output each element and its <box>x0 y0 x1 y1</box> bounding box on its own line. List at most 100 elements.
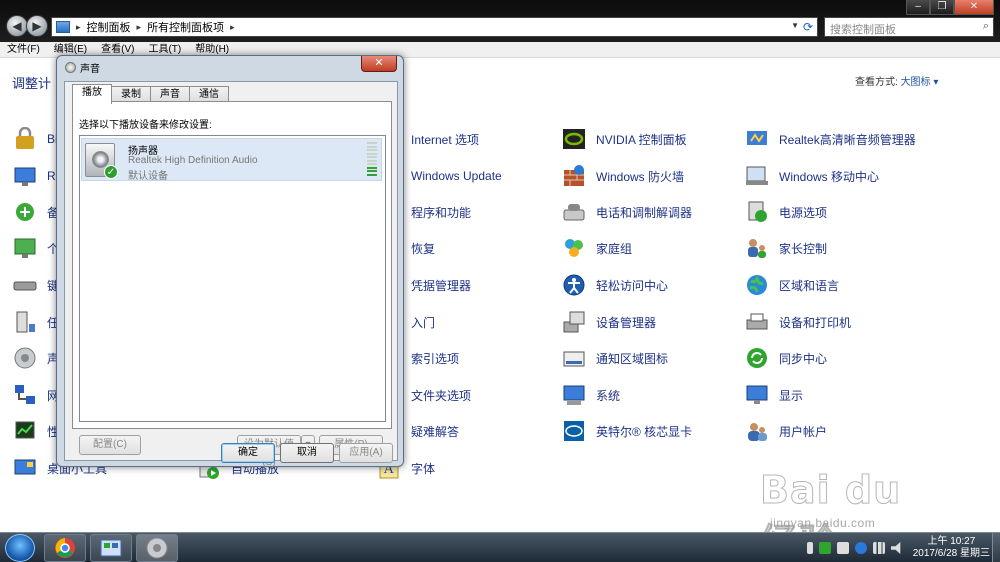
nvidia-icon <box>562 127 586 151</box>
address-bar[interactable]: ▸ 控制面板 ▸ 所有控制面板项 ▸ ▼ ⟳ <box>51 17 818 37</box>
cp-item-nvidia[interactable]: NVIDIA 控制面板 <box>562 127 687 151</box>
cp-item-troubleshooting[interactable]: 疑难解答 <box>411 419 459 443</box>
cp-item-network[interactable]: 网 <box>13 383 59 407</box>
cp-item-system[interactable]: 系统 <box>562 383 620 407</box>
default-device-check-icon: ✓ <box>104 165 118 179</box>
firewall-icon <box>562 164 586 188</box>
meter-segment <box>367 149 377 152</box>
sound-taskbar-button[interactable] <box>136 534 178 562</box>
chevron-down-icon[interactable]: ▼ <box>791 21 799 30</box>
app-tray-icon[interactable] <box>854 542 867 554</box>
cp-item-parental-controls[interactable]: 家长控制 <box>745 236 827 260</box>
cp-item-firewall[interactable]: Windows 防火墙 <box>562 164 684 188</box>
cp-item-devices-printers[interactable]: 设备和打印机 <box>745 310 851 334</box>
flag-icon[interactable] <box>836 542 849 554</box>
meter-segment <box>367 142 377 144</box>
device-manager-icon <box>562 310 586 334</box>
cp-item-performance[interactable]: 性 <box>13 419 59 443</box>
close-button[interactable]: ✕ <box>954 0 994 15</box>
device-list[interactable]: ✓ 扬声器 Realtek High Definition Audio 默认设备 <box>79 135 386 422</box>
cp-item-user-accounts[interactable]: 用户帐户 <box>745 419 827 443</box>
devices-printers-icon <box>745 310 769 334</box>
cp-item-homegroup[interactable]: 家庭组 <box>562 236 632 260</box>
window-titlebar: ◀ ▶ ▸ 控制面板 ▸ 所有控制面板项 ▸ ▼ ⟳ 搜索控制面板 ⌕ – ❐ … <box>0 0 1000 42</box>
bitlocker-icon <box>13 126 37 151</box>
cp-item-remoteapp[interactable]: Re <box>13 164 62 188</box>
volume-icon[interactable] <box>890 542 901 554</box>
breadcrumb-control-panel[interactable]: 控制面板 <box>87 19 131 35</box>
ok-button[interactable]: 确定 <box>221 443 275 463</box>
control-panel-icon <box>100 539 122 557</box>
network-signal-icon[interactable] <box>872 542 885 554</box>
search-icon: ⌕ <box>982 20 989 32</box>
region-language-icon <box>745 273 769 297</box>
configure-button[interactable]: 配置(C) <box>79 435 141 455</box>
meter-segment <box>367 159 377 162</box>
breadcrumb-all-items[interactable]: 所有控制面板项 <box>147 19 224 35</box>
tab-playback[interactable]: 播放 <box>72 84 112 104</box>
dialog-title: 声音 <box>80 63 100 75</box>
view-by-dropdown[interactable]: 大图标 ▾ <box>901 77 939 88</box>
parental-controls-icon <box>745 236 769 260</box>
control-panel-taskbar-button[interactable] <box>90 534 132 562</box>
cp-item-realtek[interactable]: Realtek高清晰音频管理器 <box>745 127 916 151</box>
cp-item-indexing-options[interactable]: 索引选项 <box>411 346 459 370</box>
instruction-text: 选择以下播放设备来修改设置: <box>79 120 212 131</box>
cp-item-mobility-center[interactable]: Windows 移动中心 <box>745 164 879 188</box>
cp-item-keyboard[interactable]: 键 <box>13 273 59 297</box>
menu-file[interactable]: 文件(F) <box>0 42 47 57</box>
cp-item-taskbar[interactable]: 任 <box>13 310 59 334</box>
notification-icons-icon <box>562 346 586 370</box>
cp-item-phone-modem[interactable]: 电话和调制解调器 <box>562 200 692 224</box>
performance-icon <box>13 419 37 443</box>
cp-item-device-manager[interactable]: 设备管理器 <box>562 310 656 334</box>
meter-segment <box>367 166 377 169</box>
cp-item-region-language[interactable]: 区域和语言 <box>745 273 839 297</box>
cp-item-bitlocker[interactable]: Bi <box>13 126 58 151</box>
cp-item-getting-started[interactable]: 入门 <box>411 310 435 334</box>
personalization-icon <box>13 236 37 260</box>
cp-item-ease-of-access[interactable]: 轻松访问中心 <box>562 273 668 297</box>
dialog-close-button[interactable]: ✕ <box>361 56 397 72</box>
refresh-icon[interactable]: ⟳ <box>801 19 815 35</box>
cp-item-power-options[interactable]: 电源选项 <box>745 200 827 224</box>
cp-item-recovery[interactable]: 恢复 <box>411 236 435 260</box>
cp-item-sync-center[interactable]: 同步中心 <box>745 346 827 370</box>
meter-segment <box>367 145 377 148</box>
cp-item-backup[interactable]: 备 <box>13 200 59 224</box>
cp-item-notification-icons[interactable]: 通知区域图标 <box>562 346 668 370</box>
cp-item-display[interactable]: 显示 <box>745 383 803 407</box>
cp-item-folder-options[interactable]: 文件夹选项 <box>411 383 471 407</box>
cp-item-windows-update[interactable]: Windows Update <box>411 164 502 188</box>
show-desktop-button[interactable] <box>992 533 1000 562</box>
homegroup-icon <box>562 236 586 260</box>
device-row-speakers[interactable]: ✓ 扬声器 Realtek High Definition Audio 默认设备 <box>81 138 382 182</box>
cp-item-internet-options[interactable]: Internet 选项 <box>411 127 479 151</box>
baidu-watermark: Bai du 经验 jingyan.baidu.com <box>760 460 950 562</box>
apply-button[interactable]: 应用(A) <box>339 443 393 463</box>
taskbar-icon <box>13 310 37 334</box>
chrome-taskbar-button[interactable] <box>44 534 86 562</box>
dialog-titlebar: 声音 <box>65 58 100 76</box>
watermark-url: jingyan.baidu.com <box>770 516 876 530</box>
forward-button[interactable]: ▶ <box>26 15 48 37</box>
back-button[interactable]: ◀ <box>6 15 28 37</box>
display-icon <box>745 383 769 407</box>
remoteapp-icon <box>13 164 37 188</box>
clock[interactable]: 上午 10:27 2017/6/28 星期三 <box>913 536 990 560</box>
cp-item-personalization[interactable]: 个 <box>13 236 59 260</box>
cp-item-sound[interactable]: 声 <box>13 346 59 370</box>
minimize-button[interactable]: – <box>906 0 930 15</box>
cp-item-programs-features[interactable]: 程序和功能 <box>411 200 471 224</box>
system-tray: 上午 10:27 2017/6/28 星期三 <box>806 534 990 562</box>
maximize-button[interactable]: ❐ <box>930 0 954 15</box>
battery-icon[interactable] <box>806 542 813 554</box>
cp-item-credential-manager[interactable]: 凭据管理器 <box>411 273 471 297</box>
sound-dialog: 声音 ✕ 播放 录制 声音 通信 选择以下播放设备来修改设置: ✓ 扬声器 Re… <box>56 55 404 468</box>
security-icon[interactable] <box>818 542 831 554</box>
cancel-button[interactable]: 取消 <box>280 443 334 463</box>
cp-item-intel-graphics[interactable]: 英特尔® 核芯显卡 <box>562 419 692 443</box>
start-button[interactable] <box>5 534 35 562</box>
search-input[interactable]: 搜索控制面板 ⌕ <box>824 17 994 37</box>
sound-icon <box>65 61 76 73</box>
